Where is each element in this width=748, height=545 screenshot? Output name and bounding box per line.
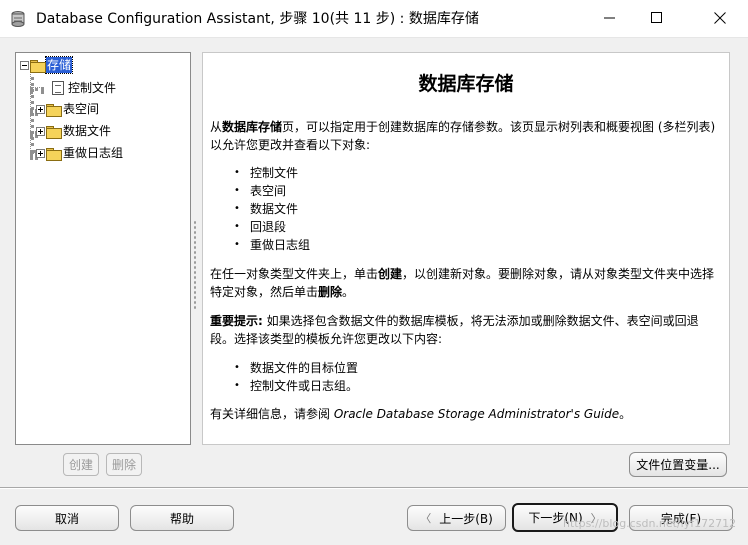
title-bar: Database Configuration Assistant, 步骤 10(… <box>0 0 748 38</box>
tree-node-datafiles[interactable]: 数据文件 <box>36 122 112 140</box>
next-button[interactable]: 下一步(N) 〉 <box>512 503 618 532</box>
maximize-icon <box>651 12 662 23</box>
chevron-left-icon: 〈 <box>420 512 432 525</box>
app-icon <box>11 11 25 27</box>
folder-open-icon <box>30 59 46 73</box>
more-info-paragraph: 有关详细信息，请参阅 Oracle Database Storage Admin… <box>210 407 632 421</box>
list-item: 重做日志组 <box>234 236 310 254</box>
tree-node-storage[interactable]: 存储 <box>20 56 74 74</box>
tree-connector <box>30 87 44 91</box>
list-item: 控制文件 <box>234 164 310 182</box>
maximize-button[interactable] <box>634 0 680 36</box>
important-paragraph: 重要提示: 如果选择包含数据文件的数据库模板，将无法添加或删除数据文件、表空间或… <box>210 314 699 346</box>
list-item: 回退段 <box>234 218 310 236</box>
expand-icon[interactable] <box>36 126 45 136</box>
action-paragraph: 在任一对象类型文件夹上，单击创建，以创建新对象。要删除对象，请从对象类型文件夹中… <box>210 267 715 299</box>
folder-icon <box>46 103 62 117</box>
storage-tree[interactable]: 存储 控制文件 表空间 数据文件 重做日志组 <box>15 52 191 445</box>
list-item: 数据文件 <box>234 200 310 218</box>
tree-node-label: 存储 <box>44 56 74 74</box>
page-title: 数据库存储 <box>418 73 514 95</box>
tree-node-label: 重做日志组 <box>63 146 124 160</box>
tree-node-tablespaces[interactable]: 表空间 <box>36 100 100 118</box>
help-content-panel: 数据库存储 从数据库存储页，可以指定用于创建数据库的存储参数。该页显示树列表和概… <box>202 52 730 445</box>
tree-node-control-files[interactable]: 控制文件 <box>52 79 117 97</box>
splitter-handle[interactable] <box>193 220 197 310</box>
tree-node-redo-log-groups[interactable]: 重做日志组 <box>36 144 124 162</box>
expand-icon[interactable] <box>36 104 45 114</box>
close-icon <box>714 12 726 24</box>
list-item: 表空间 <box>234 182 310 200</box>
collapse-icon[interactable] <box>20 60 29 70</box>
tree-node-label: 控制文件 <box>68 81 117 95</box>
list-item: 数据文件的目标位置 <box>234 359 358 377</box>
divider <box>0 487 748 489</box>
back-button[interactable]: 〈 上一步(B) <box>407 505 506 531</box>
document-icon <box>52 81 64 95</box>
folder-icon <box>46 147 62 161</box>
cancel-button[interactable]: 取消 <box>15 505 119 531</box>
minimize-icon <box>604 17 615 19</box>
chevron-right-icon: 〉 <box>590 511 602 525</box>
template-change-list: 数据文件的目标位置 控制文件或日志组。 <box>234 359 358 395</box>
expand-icon[interactable] <box>36 148 45 158</box>
object-list: 控制文件 表空间 数据文件 回退段 重做日志组 <box>234 164 310 254</box>
tree-node-label: 表空间 <box>63 102 100 116</box>
folder-icon <box>46 125 62 139</box>
close-button[interactable] <box>697 0 743 36</box>
help-button[interactable]: 帮助 <box>130 505 234 531</box>
next-button-label: 下一步(N) <box>528 511 583 525</box>
list-item: 控制文件或日志组。 <box>234 377 358 395</box>
create-button[interactable]: 创建 <box>63 453 99 476</box>
intro-paragraph: 从数据库存储页，可以指定用于创建数据库的存储参数。该页显示树列表和概要视图 (多… <box>210 120 716 152</box>
minimize-button[interactable] <box>587 0 633 36</box>
delete-button[interactable]: 删除 <box>106 453 142 476</box>
file-location-variables-button[interactable]: 文件位置变量... <box>629 452 727 477</box>
back-button-label: 上一步(B) <box>439 511 493 526</box>
finish-button[interactable]: 完成(F) <box>629 505 733 531</box>
tree-node-label: 数据文件 <box>63 124 112 138</box>
window-title: Database Configuration Assistant, 步骤 10(… <box>36 11 479 27</box>
